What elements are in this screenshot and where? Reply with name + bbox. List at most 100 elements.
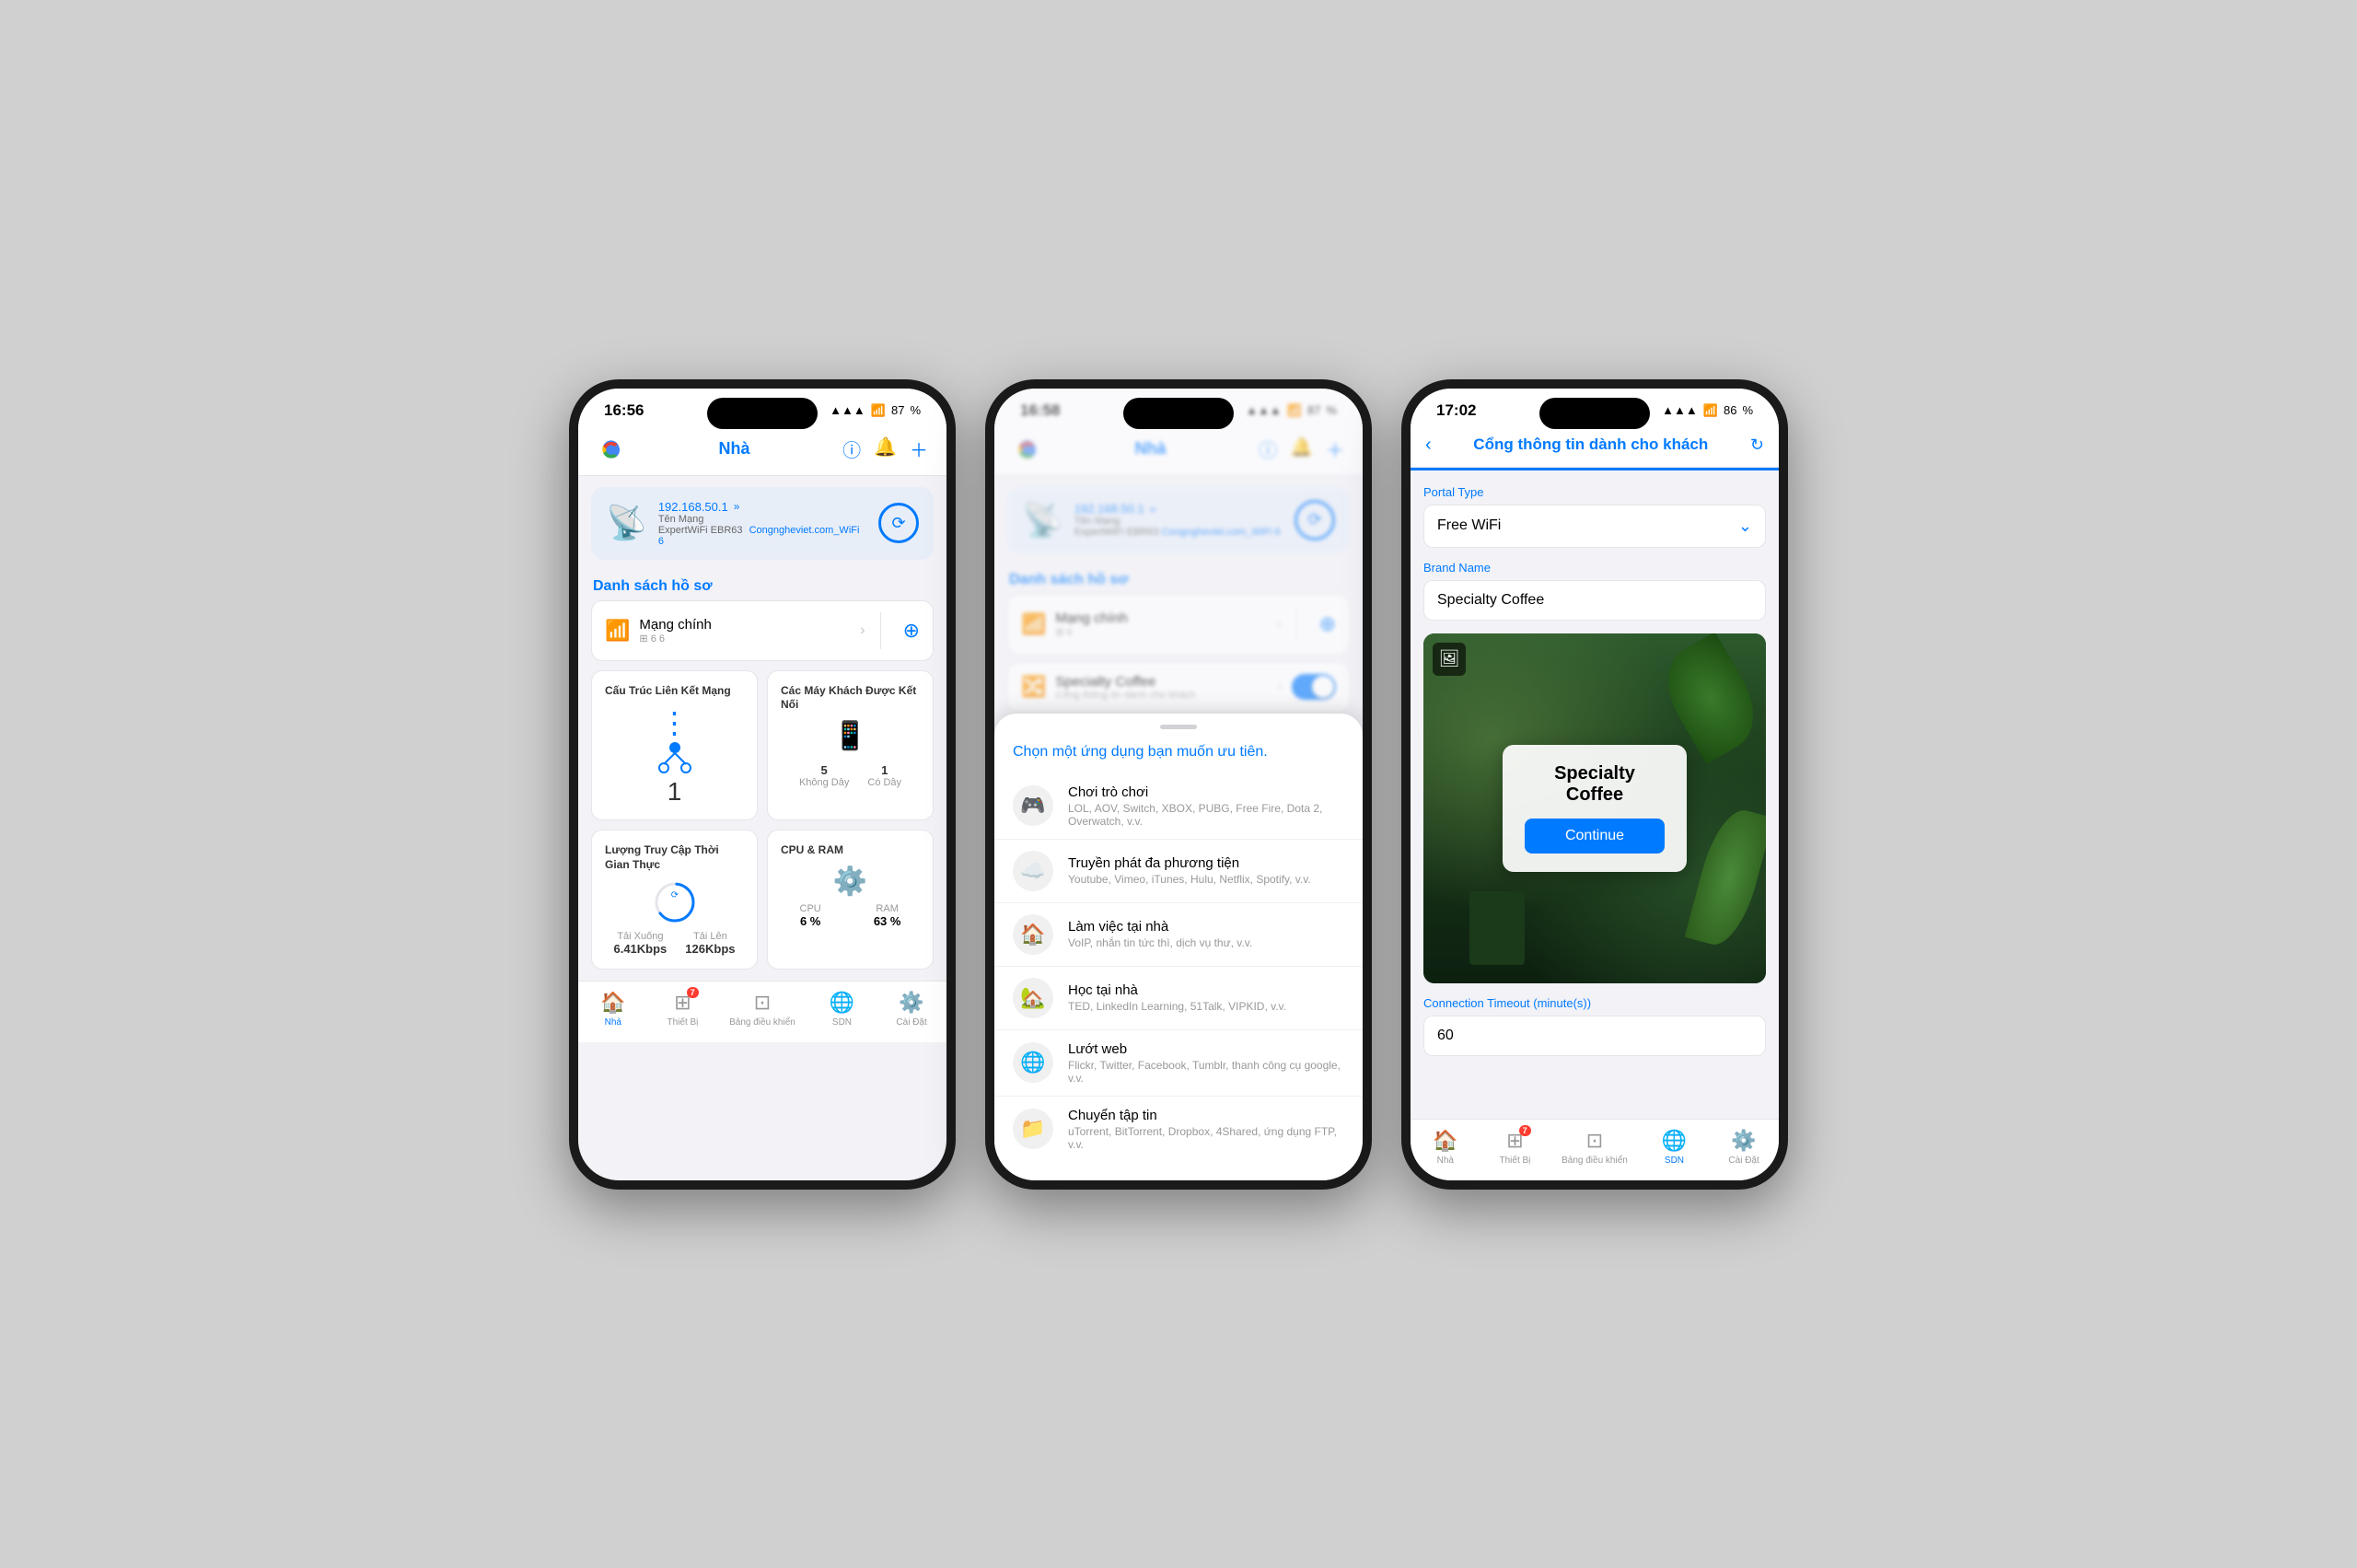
devices-badge-wrap-1: ⊞ 7 xyxy=(674,991,691,1015)
form-body: Portal Type Free WiFi ⌄ Brand Name Speci… xyxy=(1411,470,1779,1071)
menu-item-0[interactable]: 🎮 Chơi trò chơi LOL, AOV, Switch, XBOX, … xyxy=(994,773,1363,840)
clients-icon: 📱 xyxy=(833,720,867,752)
portal-type-select[interactable]: Free WiFi ⌄ xyxy=(1423,505,1766,548)
menu-name-4: Lướt web xyxy=(1068,1041,1344,1057)
menu-item-2[interactable]: 🏠 Làm việc tại nhà VoIP, nhắn tin tức th… xyxy=(994,903,1363,967)
phone-3-screen: 17:02 ▲▲▲ 📶 86% ‹ Cổng thông tin dành ch… xyxy=(1411,389,1779,1180)
chair-decoration xyxy=(1469,891,1525,965)
menu-item-5[interactable]: 📁 Chuyển tập tin uTorrent, BitTorrent, D… xyxy=(994,1097,1363,1162)
profile-info-1: Mạng chính ⊞ 6 6 xyxy=(639,617,711,645)
form-nav-title: Cổng thông tin dành cho khách xyxy=(1439,436,1743,454)
stat-title-network: Cấu Trúc Liên Kết Mạng xyxy=(605,684,744,699)
ram-percent: 63 % xyxy=(874,914,901,928)
stat-network-structure: Cấu Trúc Liên Kết Mạng ⋮ 1 xyxy=(591,670,758,821)
tab-dashboard-3[interactable]: ⊡ Bảng điều khiển xyxy=(1562,1129,1628,1166)
nav-icons-1[interactable]: ⓘ 🔔 ＋ xyxy=(842,436,928,462)
router-label-2: Tên Mạng xyxy=(1074,516,1283,527)
add-icon-1[interactable]: ＋ xyxy=(910,436,928,462)
router-icon-2: 📡 xyxy=(1022,501,1063,540)
specialty-arrow: › xyxy=(1278,679,1283,695)
router-card-2: 📡 192.168.50.1 » Tên Mạng ExpertWiFi EBR… xyxy=(1007,487,1350,553)
upload-label: Tải Lên xyxy=(685,931,735,942)
menu-sub-2: VoIP, nhắn tin tức thì, dịch vụ thư, v.v… xyxy=(1068,936,1344,949)
menu-name-1: Truyền phát đa phương tiện xyxy=(1068,855,1344,871)
wired-value: 1 xyxy=(867,763,901,777)
menu-sub-3: TED, LinkedIn Learning, 51Talk, VIPKID, … xyxy=(1068,1000,1344,1013)
status-icons-3: ▲▲▲ 📶 86% xyxy=(1662,403,1753,418)
phone-1: 16:56 ▲▲▲ 📶 87% Nhà ⓘ 🔔 ＋ xyxy=(569,379,956,1190)
menu-text-0: Chơi trò chơi LOL, AOV, Switch, XBOX, PU… xyxy=(1068,784,1344,828)
specialty-toggle[interactable] xyxy=(1292,674,1336,700)
menu-icon-learning: 🏡 xyxy=(1013,978,1053,1018)
profile-row-1[interactable]: 📶 Mạng chính ⊞ 6 6 › ⊕ xyxy=(591,600,934,661)
menu-text-1: Truyền phát đa phương tiện Youtube, Vime… xyxy=(1068,855,1344,886)
menu-sub-4: Flickr, Twitter, Facebook, Tumblr, thanh… xyxy=(1068,1059,1344,1085)
tab-sdn-3[interactable]: 🌐 SDN xyxy=(1651,1129,1697,1166)
add-icon-2: ＋ xyxy=(1326,436,1344,462)
router-network-label-1: Tên Mạng xyxy=(658,514,867,525)
menu-item-3[interactable]: 🏡 Học tại nhà TED, LinkedIn Learning, 51… xyxy=(994,967,1363,1030)
profile-arrow-main-2: › xyxy=(1276,616,1281,633)
nav-bar-2: Nhà ⓘ 🔔 ＋ xyxy=(994,427,1363,476)
cpu-icon: ⚙️ xyxy=(833,865,867,898)
bell-icon-1[interactable]: 🔔 xyxy=(874,436,897,462)
info-icon-1[interactable]: ⓘ xyxy=(842,436,861,462)
menu-text-2: Làm việc tại nhà VoIP, nhắn tin tức thì,… xyxy=(1068,919,1344,949)
router-ip-2: 192.168.50.1 xyxy=(1074,502,1144,516)
menu-text-5: Chuyển tập tin uTorrent, BitTorrent, Dro… xyxy=(1068,1108,1344,1151)
profile-sub-main-2: ⊞ 6 xyxy=(1055,626,1127,638)
router-info-2: 192.168.50.1 » Tên Mạng ExpertWiFi EBR63… xyxy=(1074,502,1283,538)
menu-name-3: Học tại nhà xyxy=(1068,982,1344,998)
home-icon-1: 🏠 xyxy=(600,991,625,1015)
brand-name-field[interactable]: Specialty Coffee xyxy=(1423,580,1766,621)
traffic-circle-icon: ⟳ xyxy=(652,879,698,925)
refresh-button[interactable]: ↻ xyxy=(1750,436,1764,455)
sdn-icon-1: 🌐 xyxy=(830,991,854,1015)
nav-icons-2: ⓘ 🔔 ＋ xyxy=(1259,436,1344,462)
home-icon-3: 🏠 xyxy=(1433,1129,1457,1153)
download-value: 6.41Kbps xyxy=(613,942,667,956)
menu-text-3: Học tại nhà TED, LinkedIn Learning, 51Ta… xyxy=(1068,982,1344,1013)
specialty-name: Specialty Coffee xyxy=(1055,674,1195,690)
portal-preview: 🖼 Specialty Coffee Continue xyxy=(1423,633,1766,983)
portal-type-value: Free WiFi xyxy=(1437,517,1501,534)
menu-item-4[interactable]: 🌐 Lướt web Flickr, Twitter, Facebook, Tu… xyxy=(994,1030,1363,1097)
tab-home-1[interactable]: 🏠 Nhà xyxy=(590,991,636,1028)
timeout-field[interactable]: 60 xyxy=(1423,1016,1766,1056)
router-speed-1: ⟳ xyxy=(878,503,919,543)
menu-icon-wfh: 🏠 xyxy=(1013,914,1053,955)
router-speed-2: ⟳ xyxy=(1295,500,1335,540)
time-1: 16:56 xyxy=(604,401,644,420)
specialty-row: 🔀 Specialty Coffee Cổng thông tin dành c… xyxy=(1007,662,1350,713)
router-icon-1: 📡 xyxy=(606,504,647,542)
tab-bar-1: 🏠 Nhà ⊞ 7 Thiết Bị ⊡ Bảng điều khiển 🌐 S… xyxy=(578,981,946,1042)
upload-value: 126Kbps xyxy=(685,942,735,956)
wireless-count: 5 Không Dây xyxy=(799,763,849,788)
router-ip-1: 192.168.50.1 xyxy=(658,500,728,514)
info-icon-2: ⓘ xyxy=(1259,436,1277,462)
tab-devices-3[interactable]: ⊞ 7 Thiết Bị xyxy=(1492,1129,1538,1166)
phone-2: 16:58 ▲▲▲ 📶 87% Nhà ⓘ xyxy=(985,379,1372,1190)
specialty-icon: 🔀 xyxy=(1021,675,1046,699)
stat-cpu-ram: CPU & RAM ⚙️ CPU 6 % RAM 63 % xyxy=(767,830,934,970)
devices-badge-wrap-3: ⊞ 7 xyxy=(1506,1129,1523,1153)
bell-icon-2: 🔔 xyxy=(1290,436,1313,462)
router-info-1: 192.168.50.1 » Tên Mạng ExpertWiFi EBR63… xyxy=(658,500,867,547)
tab-devices-1[interactable]: ⊞ 7 Thiết Bị xyxy=(659,991,705,1028)
continue-button[interactable]: Continue xyxy=(1525,819,1665,854)
phone-2-screen: 16:58 ▲▲▲ 📶 87% Nhà ⓘ xyxy=(994,389,1363,1180)
stat-title-clients: Các Máy Khách Được Kết Nối xyxy=(781,684,920,713)
profile-add-1[interactable]: ⊕ xyxy=(903,619,920,643)
profile-sub-1: ⊞ 6 6 xyxy=(639,633,711,645)
back-button[interactable]: ‹ xyxy=(1425,435,1432,456)
menu-name-5: Chuyển tập tin xyxy=(1068,1108,1344,1123)
wireless-label: Không Dây xyxy=(799,777,849,788)
tab-settings-1[interactable]: ⚙️ Cài Đặt xyxy=(888,991,935,1028)
tab-dashboard-1[interactable]: ⊡ Bảng điều khiển xyxy=(729,991,795,1028)
tab-home-3[interactable]: 🏠 Nhà xyxy=(1422,1129,1469,1166)
wifi-profile-icon-1: 📶 xyxy=(605,619,630,643)
tab-settings-3[interactable]: ⚙️ Cài Đặt xyxy=(1721,1129,1767,1166)
menu-item-1[interactable]: ☁️ Truyền phát đa phương tiện Youtube, V… xyxy=(994,840,1363,903)
timeout-label: Connection Timeout (minute(s)) xyxy=(1423,996,1766,1010)
tab-sdn-1[interactable]: 🌐 SDN xyxy=(819,991,865,1028)
